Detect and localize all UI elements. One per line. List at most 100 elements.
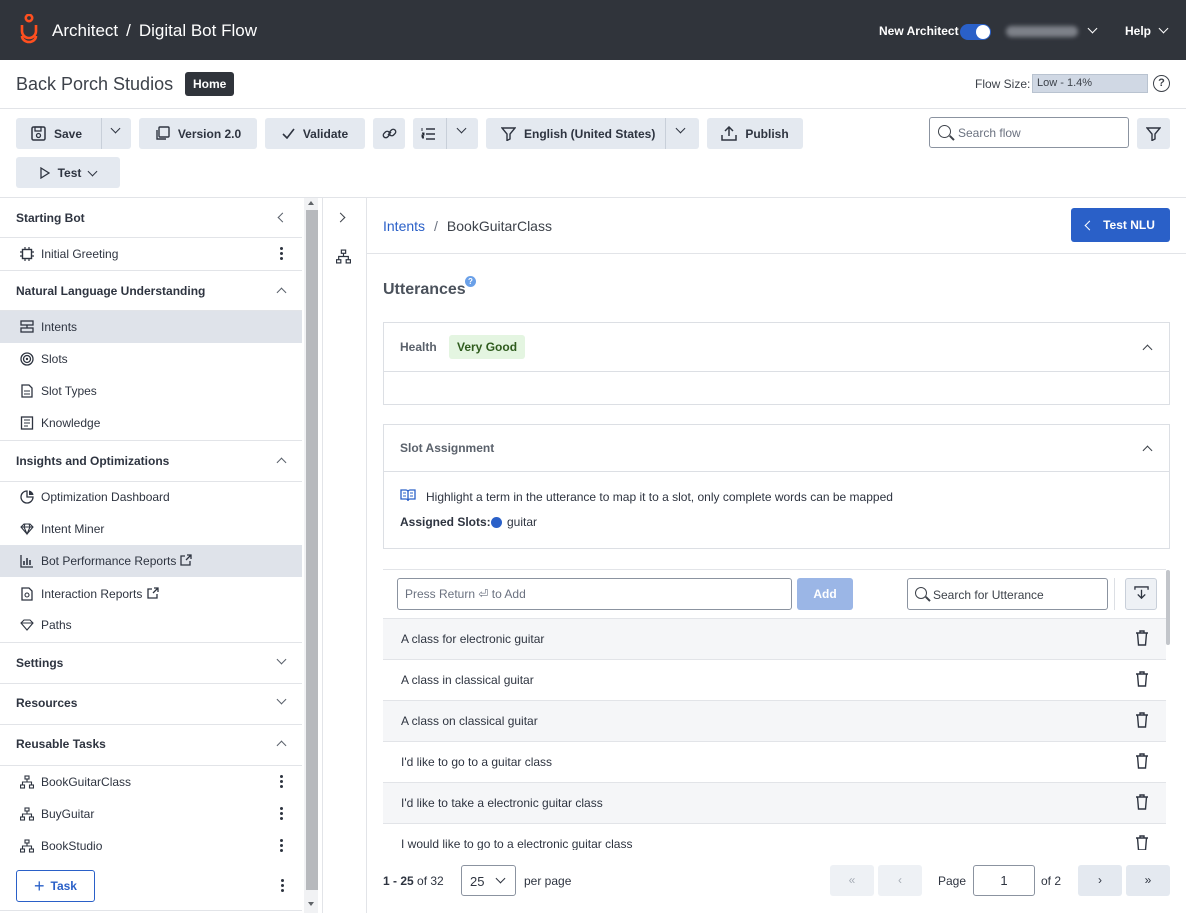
- chevron-down-icon[interactable]: [276, 694, 287, 705]
- chevron-down-icon[interactable]: [276, 654, 287, 665]
- section-settings[interactable]: Settings: [0, 642, 302, 684]
- chevron-down-icon[interactable]: [1158, 23, 1169, 34]
- more-options-icon[interactable]: [280, 807, 284, 821]
- sidebar-item-slots[interactable]: Slots: [0, 343, 302, 375]
- save-menu-chevron-icon[interactable]: [110, 123, 121, 134]
- next-page-button[interactable]: ›: [1078, 865, 1122, 896]
- sidebar-item-slot-types[interactable]: Slot Types: [0, 375, 302, 407]
- sidebar-item-bot-performance-reports[interactable]: Bot Performance Reports: [0, 545, 302, 577]
- section-title: Starting Bot: [16, 211, 85, 225]
- trash-icon[interactable]: [1135, 630, 1149, 646]
- trash-icon[interactable]: [1135, 753, 1149, 769]
- first-page-button[interactable]: «: [830, 865, 874, 896]
- collapse-sidebar-icon[interactable]: [277, 212, 288, 223]
- page-number-input[interactable]: 1: [973, 865, 1035, 896]
- new-architect-label: New Architect: [879, 24, 959, 38]
- list-menu-chevron-icon[interactable]: [456, 123, 467, 134]
- filter-icon: [501, 126, 516, 141]
- sidebar-item-initial-greeting[interactable]: Initial Greeting: [0, 238, 302, 270]
- chevron-up-icon[interactable]: [1142, 344, 1153, 355]
- section-title: Natural Language Understanding: [16, 284, 206, 298]
- sidebar-item-buy-guitar[interactable]: BuyGuitar: [0, 798, 302, 830]
- sidebar-item-book-guitar-class[interactable]: BookGuitarClass: [0, 766, 302, 798]
- add-task-button[interactable]: + Task: [16, 870, 95, 902]
- chevron-up-icon[interactable]: [276, 287, 287, 298]
- new-architect-toggle[interactable]: [960, 24, 991, 40]
- question-icon[interactable]: ?: [465, 276, 476, 287]
- chevron-up-icon[interactable]: [276, 457, 287, 468]
- more-options-icon[interactable]: [280, 775, 284, 789]
- trash-icon[interactable]: [1135, 835, 1149, 850]
- sidebar-item-paths[interactable]: Paths: [0, 609, 302, 641]
- publish-label: Publish: [745, 126, 789, 141]
- copy-icon: [156, 126, 170, 140]
- flow-hierarchy-icon[interactable]: [336, 249, 351, 264]
- sidebar-item-optimization-dashboard[interactable]: Optimization Dashboard: [0, 481, 302, 513]
- chevron-up-icon[interactable]: [276, 740, 287, 751]
- expand-chevron-icon[interactable]: [335, 212, 346, 223]
- table-row[interactable]: I'd like to go to a guitar class: [383, 741, 1166, 782]
- utterance-list-scrollbar[interactable]: [1166, 570, 1170, 645]
- sidebar-item-knowledge[interactable]: Knowledge: [0, 407, 302, 439]
- table-row[interactable]: A class in classical guitar: [383, 659, 1166, 700]
- test-button[interactable]: Test: [16, 157, 120, 188]
- language-button[interactable]: English (United States): [486, 118, 699, 149]
- sidebar-item-interaction-reports[interactable]: Interaction Reports: [0, 578, 302, 610]
- more-options-icon[interactable]: [280, 839, 284, 853]
- sidebar-scrollbar[interactable]: [304, 198, 318, 913]
- table-row[interactable]: I would like to go to a electronic guita…: [383, 823, 1166, 850]
- utterance-input[interactable]: Press Return ⏎ to Add: [397, 578, 792, 610]
- table-row[interactable]: A class for electronic guitar: [383, 618, 1166, 659]
- scroll-down-arrow-icon[interactable]: [308, 902, 314, 906]
- sidebar-item-intents[interactable]: Intents: [0, 311, 302, 343]
- table-row[interactable]: I'd like to take a electronic guitar cla…: [383, 782, 1166, 823]
- save-button[interactable]: Save: [16, 118, 131, 149]
- trash-icon[interactable]: [1135, 712, 1149, 728]
- top-bar: Architect / Digital Bot Flow New Architect…: [0, 0, 1186, 60]
- last-page-button[interactable]: »: [1126, 865, 1170, 896]
- chevron-up-icon[interactable]: [1142, 445, 1153, 456]
- sidebar-item-book-studio[interactable]: BookStudio: [0, 830, 302, 862]
- book-icon: [20, 416, 34, 430]
- section-title: Insights and Optimizations: [16, 454, 170, 468]
- assigned-slot-name[interactable]: guitar: [507, 515, 537, 529]
- scroll-up-arrow-icon[interactable]: [308, 201, 314, 205]
- trash-icon[interactable]: [1135, 794, 1149, 810]
- version-button[interactable]: Version 2.0: [139, 118, 257, 149]
- list-button[interactable]: [413, 118, 478, 149]
- link-button[interactable]: [373, 118, 405, 149]
- filter-button[interactable]: [1137, 118, 1170, 149]
- table-row[interactable]: A class on classical guitar: [383, 700, 1166, 741]
- help-menu[interactable]: Help: [1125, 24, 1151, 38]
- flow-icon: [20, 807, 34, 821]
- download-button[interactable]: [1125, 578, 1157, 610]
- sidebar-item-intent-miner[interactable]: Intent Miner: [0, 513, 302, 545]
- sidebar: Starting Bot Initial Greeting Natural La…: [0, 198, 302, 913]
- prev-page-button[interactable]: ‹: [878, 865, 922, 896]
- more-options-icon[interactable]: [281, 879, 285, 893]
- more-options-icon[interactable]: [280, 247, 284, 261]
- section-title: Reusable Tasks: [16, 737, 106, 751]
- user-menu-blurred[interactable]: [1006, 26, 1078, 37]
- per-page-select[interactable]: 25: [461, 865, 516, 896]
- filter-icon: [1146, 126, 1161, 141]
- plus-icon: +: [34, 876, 45, 896]
- version-label: Version 2.0: [177, 126, 242, 141]
- pager-range: 1 - 25 of 32: [383, 874, 444, 888]
- utterance-search-input[interactable]: Search for Utterance: [907, 578, 1108, 610]
- search-flow-input[interactable]: Search flow: [929, 117, 1129, 148]
- scrollbar-thumb[interactable]: [306, 210, 318, 890]
- app-name[interactable]: Architect: [52, 21, 118, 40]
- test-nlu-button[interactable]: Test NLU: [1071, 208, 1170, 242]
- language-chevron-icon[interactable]: [675, 123, 686, 134]
- publish-button[interactable]: Publish: [707, 118, 803, 149]
- slot-info-text: Highlight a term in the utterance to map…: [426, 490, 893, 504]
- chevron-down-icon[interactable]: [1087, 23, 1098, 34]
- breadcrumb-intents-link[interactable]: Intents: [383, 218, 425, 234]
- validate-button[interactable]: Validate: [265, 118, 365, 149]
- home-badge[interactable]: Home: [185, 72, 235, 96]
- help-circle-icon[interactable]: ?: [1153, 75, 1170, 92]
- trash-icon[interactable]: [1135, 671, 1149, 687]
- section-resources[interactable]: Resources: [0, 684, 302, 725]
- add-utterance-button[interactable]: Add: [797, 578, 853, 610]
